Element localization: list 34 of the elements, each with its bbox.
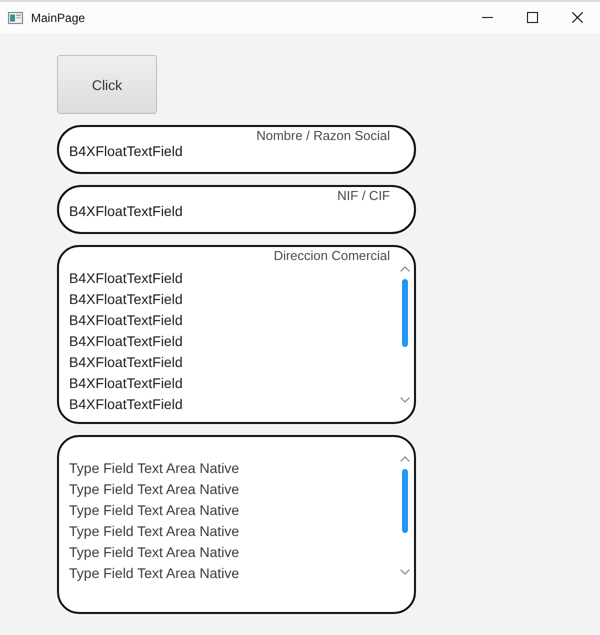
text-line: B4XFloatTextField [69, 269, 183, 288]
text-line: B4XFloatTextField [69, 290, 183, 309]
text-line: Type Field Text Area Native [69, 480, 240, 499]
text-line: Type Field Text Area Native [69, 543, 240, 562]
text-line: B4XFloatTextField [69, 311, 183, 330]
floating-label: NIF / CIF [337, 188, 390, 203]
scrollbar-thumb[interactable] [402, 279, 408, 347]
text-area[interactable]: Direccion Comercial B4XFloatTextField B4XFloatTextField B4XFloatTextField B4XFloatTextField B4XFloatTextField B4XFloatTextField B4XFloatTextField [57, 245, 416, 424]
floating-label: Nombre / Razon Social [256, 128, 390, 143]
text-line: B4XFloatTextField [69, 395, 183, 414]
text-line: Type Field Text Area Native [69, 522, 240, 541]
field-value: B4XFloatTextField [69, 143, 184, 160]
text-line: Type Field Text Area Native [69, 459, 240, 478]
scrollbar-thumb[interactable] [402, 469, 408, 533]
text-line: Type Field Text Area Native [69, 501, 240, 520]
text-field[interactable]: Nombre / Razon Social B4XFloatTextField [57, 125, 416, 174]
text-area[interactable]: Type Field Text Area Native Type Field Text Area Native Type Field Text Area Native Type Field Text Area Native Type Field Text Area Native Type Field Text Area Native [57, 435, 416, 614]
app-icon [8, 12, 23, 24]
floating-label: Direccion Comercial [274, 248, 390, 264]
chevron-up-icon[interactable] [400, 266, 410, 272]
minimize-icon [482, 17, 493, 18]
maximize-icon [527, 12, 538, 23]
close-icon [572, 12, 583, 23]
text-line: B4XFloatTextField [69, 332, 183, 351]
text-line: B4XFloatTextField [69, 353, 183, 372]
chevron-down-icon[interactable] [400, 569, 410, 575]
chevron-up-icon[interactable] [400, 456, 410, 462]
text-line: B4XFloatTextField [69, 374, 183, 393]
window-title: MainPage [31, 10, 86, 24]
text-line: Type Field Text Area Native [69, 564, 240, 583]
chevron-down-icon[interactable] [400, 397, 410, 403]
text-field[interactable]: NIF / CIF B4XFloatTextField [57, 185, 416, 234]
field-value: B4XFloatTextField [69, 203, 184, 220]
click-button[interactable]: Click [57, 55, 157, 114]
